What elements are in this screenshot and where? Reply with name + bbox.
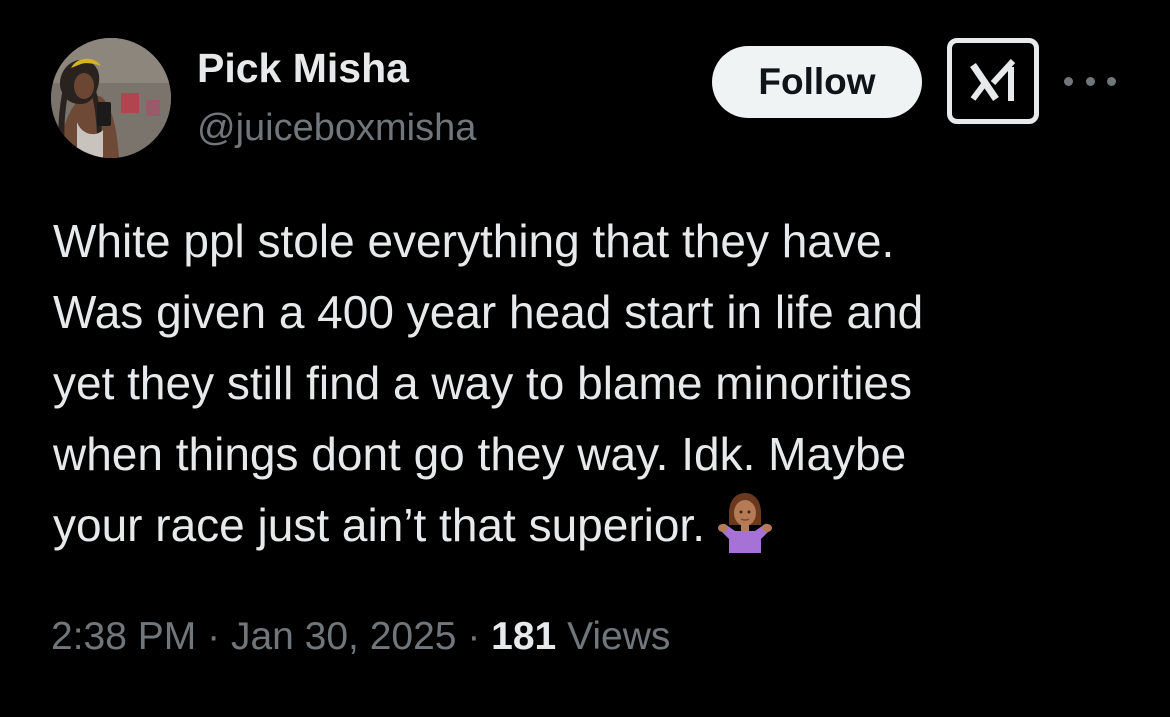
tweet-text-line: yet they still find a way to blame minor… [53, 357, 913, 409]
tweet-text-line: when things dont go they way. Idk. Maybe [53, 428, 907, 480]
avatar[interactable] [51, 38, 171, 158]
meta-separator: · [207, 615, 221, 658]
views-count[interactable]: 181 [491, 615, 556, 658]
author-info[interactable]: Pick Misha @juiceboxmisha [197, 44, 476, 152]
author-handle[interactable]: @juiceboxmisha [197, 104, 476, 152]
follow-button[interactable]: Follow [712, 46, 922, 118]
tweet-text-line: Was given a 400 year head start in life … [53, 286, 924, 338]
tweet-text-line-content: your race just ain’t that superior. [53, 499, 705, 551]
avatar-photo [51, 38, 171, 158]
tweet-text: White ppl stole everything that they hav… [53, 206, 1083, 561]
more-icon [1064, 76, 1073, 86]
tweet-meta: 2:38 PM · Jan 30, 2025 · 181 Views [51, 612, 670, 662]
more-icon-dot [1085, 76, 1095, 86]
tweet-date[interactable]: Jan 30, 2025 [231, 615, 457, 658]
tweet-time[interactable]: 2:38 PM [51, 615, 196, 658]
tweet-text-line-last: your race just ain’t that superior. [53, 490, 1083, 561]
more-options-button[interactable] [1064, 66, 1116, 96]
grok-icon [970, 58, 1016, 101]
person-shrugging-emoji-icon [715, 491, 775, 553]
author-display-name[interactable]: Pick Misha [197, 44, 476, 92]
views-label[interactable]: Views [567, 615, 670, 658]
tweet-text-line: White ppl stole everything that they hav… [53, 215, 895, 267]
more-icon-dot [1107, 76, 1116, 86]
meta-separator: · [467, 615, 481, 658]
grok-button[interactable] [947, 38, 1039, 124]
